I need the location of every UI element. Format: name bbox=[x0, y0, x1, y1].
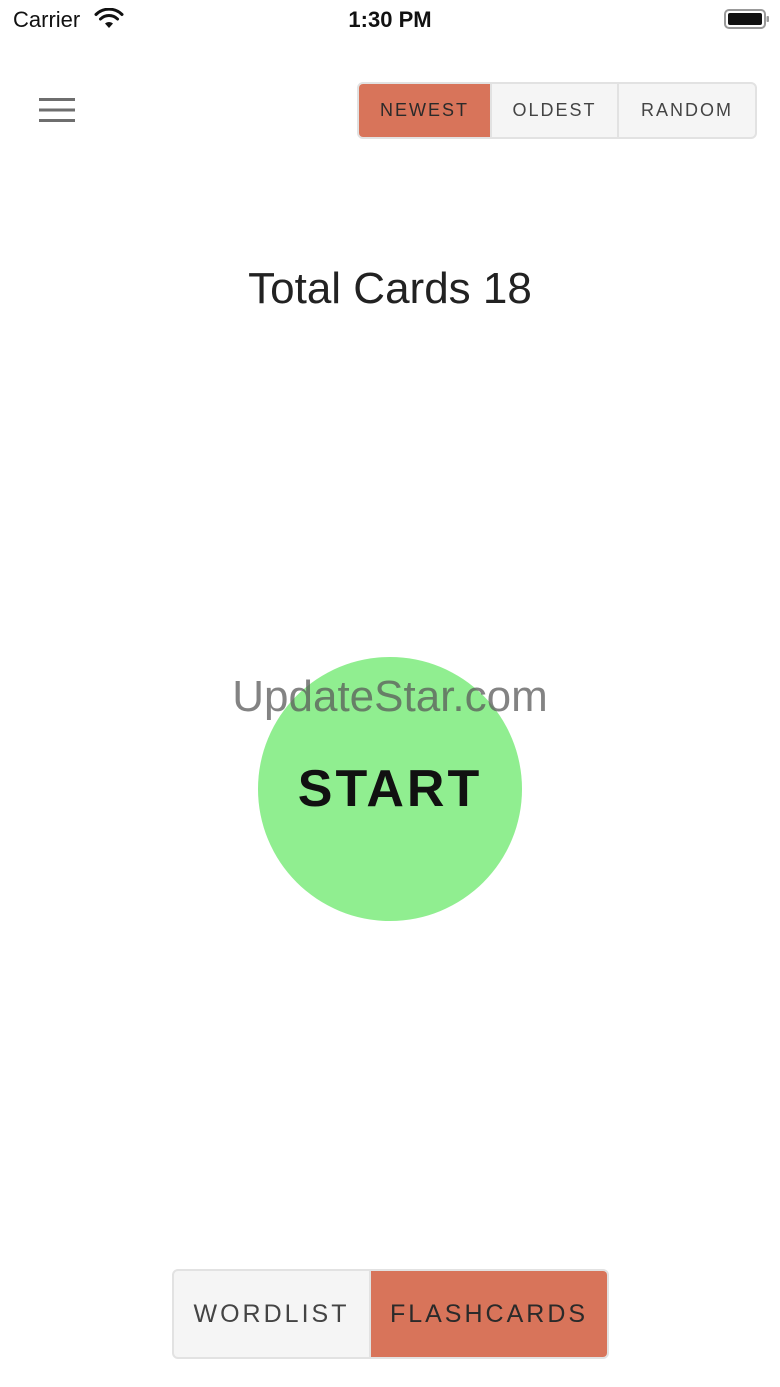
battery-icon bbox=[724, 9, 769, 29]
sort-oldest-button[interactable]: OLDEST bbox=[492, 84, 619, 137]
app-screen: Carrier 1:30 PM NEWEST OLDEST RANDOM Tot… bbox=[0, 0, 780, 1387]
start-label: START bbox=[297, 760, 483, 818]
sort-newest-button[interactable]: NEWEST bbox=[359, 84, 492, 137]
menu-button[interactable] bbox=[34, 90, 80, 130]
wordlist-tab[interactable]: WORDLIST bbox=[174, 1271, 371, 1357]
flashcards-tab[interactable]: FLASHCARDS bbox=[371, 1271, 607, 1357]
sort-random-button[interactable]: RANDOM bbox=[619, 84, 755, 137]
sort-order-control: NEWEST OLDEST RANDOM bbox=[357, 82, 757, 139]
status-bar: Carrier 1:30 PM bbox=[0, 0, 780, 40]
total-cards-label: Total Cards 18 bbox=[248, 264, 532, 313]
start-button[interactable]: START bbox=[258, 657, 522, 921]
status-time: 1:30 PM bbox=[348, 7, 432, 32]
hamburger-menu-icon bbox=[39, 98, 75, 122]
view-switch-control: WORDLIST FLASHCARDS bbox=[172, 1269, 609, 1359]
